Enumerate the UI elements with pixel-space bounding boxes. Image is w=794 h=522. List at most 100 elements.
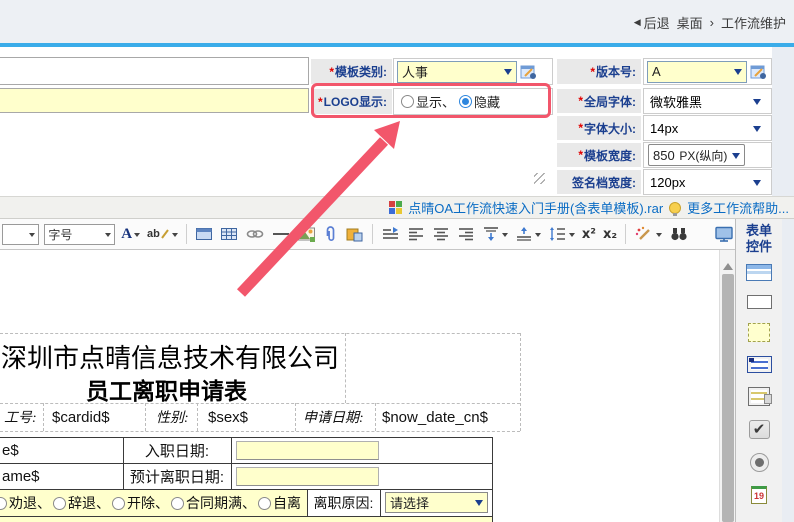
breadcrumb-current: 工作流维护 — [721, 13, 786, 32]
join-date-label: 入职日期: — [145, 440, 209, 461]
reason-options-cell: 劝退、 辞退、 开除、 合同期满、 自离 — [0, 490, 307, 516]
template-width-select[interactable]: 850 PX(纵向) — [648, 144, 745, 166]
editor-canvas[interactable]: 深圳市点晴信息技术有限公司 员工离职申请表 工号: $cardid$ 性别: $… — [0, 250, 718, 522]
field-label-sex: 性别: — [156, 407, 189, 427]
indent-button[interactable] — [380, 222, 401, 246]
align-right-button[interactable] — [456, 222, 476, 246]
format-wand-button[interactable] — [633, 222, 663, 246]
vertical-align-top-button[interactable] — [481, 222, 509, 246]
font-size-select-toolbar[interactable]: 字号 — [44, 224, 115, 245]
control-listbox-icon[interactable] — [748, 387, 770, 406]
highlight-color-button[interactable]: ab — [146, 222, 179, 246]
preview-button[interactable] — [713, 222, 735, 246]
align-left-button[interactable] — [406, 222, 426, 246]
global-font-label: *全局字体: — [556, 88, 642, 114]
join-date-input[interactable] — [236, 441, 379, 460]
cell-name-fragment: e$ — [2, 442, 19, 459]
right-margin-lower — [782, 219, 794, 522]
attach-file-button[interactable] — [322, 222, 339, 246]
logo-show-radio[interactable] — [401, 95, 414, 108]
logo-show-label: 显示、 — [416, 92, 455, 111]
superscript-button[interactable]: x² — [581, 222, 597, 246]
insert-image-button[interactable] — [296, 222, 317, 246]
control-dropdown-icon[interactable] — [747, 356, 772, 373]
more-help-link[interactable]: 更多工作流帮助... — [687, 198, 789, 217]
font-size-select[interactable]: 14px — [643, 115, 772, 141]
insert-table-button[interactable] — [194, 222, 214, 246]
subscript-button[interactable]: x₂ — [602, 222, 618, 246]
reason-radio-citui[interactable] — [53, 497, 66, 510]
help-bar: 点晴OA工作流快速入门手册(含表单模板).rar 更多工作流帮助... — [0, 196, 794, 219]
table-properties-icon — [220, 225, 238, 243]
form-controls-sidebar: 表单控件 ✔ 19 — [735, 219, 782, 522]
scroll-up-icon[interactable] — [723, 258, 733, 270]
reason-radio-quantui[interactable] — [0, 497, 7, 510]
logo-display-cell: 显示、 隐藏 — [393, 88, 553, 115]
desktop-link[interactable]: 桌面 — [677, 13, 703, 32]
format-wand-icon — [634, 225, 654, 243]
control-textarea-icon[interactable] — [748, 323, 770, 342]
reason-select[interactable]: 请选择 — [385, 492, 488, 513]
rar-file-icon — [389, 201, 402, 214]
align-center-icon — [432, 225, 450, 243]
reason-radio-hetongqiman[interactable] — [171, 497, 184, 510]
insert-table-icon — [195, 225, 213, 243]
leave-date-input[interactable] — [236, 467, 379, 486]
horizontal-rule-button[interactable] — [271, 222, 291, 246]
form-title: 员工离职申请表 — [86, 372, 247, 406]
control-table-icon[interactable] — [746, 264, 772, 281]
edit-category-icon[interactable] — [520, 63, 537, 80]
field-label-date: 申请日期: — [303, 407, 364, 427]
template-width-cell: 850 PX(纵向) — [643, 142, 772, 168]
control-checkbox-icon[interactable]: ✔ — [749, 420, 770, 439]
monitor-icon — [714, 225, 734, 243]
find-button[interactable] — [668, 222, 690, 246]
template-title-input[interactable] — [0, 88, 309, 113]
font-color-button[interactable]: A — [120, 222, 141, 246]
logo-hide-radio[interactable] — [459, 95, 472, 108]
company-name: 深圳市点晴信息技术有限公司 — [1, 338, 339, 375]
template-width-label: *模板宽度: — [556, 142, 642, 168]
align-left-icon — [407, 225, 425, 243]
media-icon — [345, 225, 364, 243]
reason-radio-kaichu[interactable] — [112, 497, 125, 510]
sidebar-title: 表单控件 — [746, 223, 772, 255]
signature-width-select[interactable]: 120px — [643, 169, 772, 195]
logo-hide-label: 隐藏 — [474, 92, 500, 111]
cell-deptname-fragment: ame$ — [2, 468, 40, 485]
control-calendar-icon[interactable]: 19 — [751, 486, 767, 504]
image-icon — [297, 225, 316, 243]
vertical-align-middle-button[interactable] — [514, 222, 542, 246]
table-properties-button[interactable] — [219, 222, 239, 246]
line-height-button[interactable] — [547, 222, 576, 246]
reason-label: 离职原因: — [314, 493, 374, 513]
align-center-button[interactable] — [431, 222, 451, 246]
insert-link-button[interactable] — [244, 222, 266, 246]
insert-media-button[interactable] — [344, 222, 365, 246]
field-value-empno: $cardid$ — [52, 409, 110, 426]
vertical-align-middle-icon — [515, 225, 533, 243]
template-name-input[interactable] — [0, 57, 309, 85]
field-label-empno: 工号: — [4, 407, 37, 427]
right-margin — [772, 47, 794, 219]
resize-grip[interactable] — [534, 173, 545, 184]
manual-download-link[interactable]: 点晴OA工作流快速入门手册(含表单模板).rar — [408, 198, 663, 217]
font-family-select[interactable] — [2, 224, 39, 245]
line-height-icon — [548, 225, 567, 243]
editor-scrollbar[interactable] — [719, 250, 735, 522]
control-text-input-icon[interactable] — [747, 295, 772, 309]
version-select[interactable]: A — [647, 61, 747, 83]
paperclip-icon — [323, 225, 338, 243]
control-radio-icon[interactable] — [750, 453, 769, 472]
global-font-select[interactable]: 微软雅黑 — [643, 88, 772, 114]
template-category-select[interactable]: 人事 — [397, 61, 517, 83]
scrollbar-thumb[interactable] — [722, 274, 734, 522]
binoculars-icon — [669, 225, 689, 243]
back-arrow-icon: ◀ — [634, 17, 641, 28]
bulb-icon — [669, 202, 681, 214]
signature-width-label: 签名档宽度: — [556, 169, 642, 195]
reason-radio-zili[interactable] — [258, 497, 271, 510]
back-link[interactable]: 后退 — [644, 13, 670, 32]
edit-version-icon[interactable] — [750, 63, 767, 80]
field-value-sex: $sex$ — [208, 409, 248, 426]
